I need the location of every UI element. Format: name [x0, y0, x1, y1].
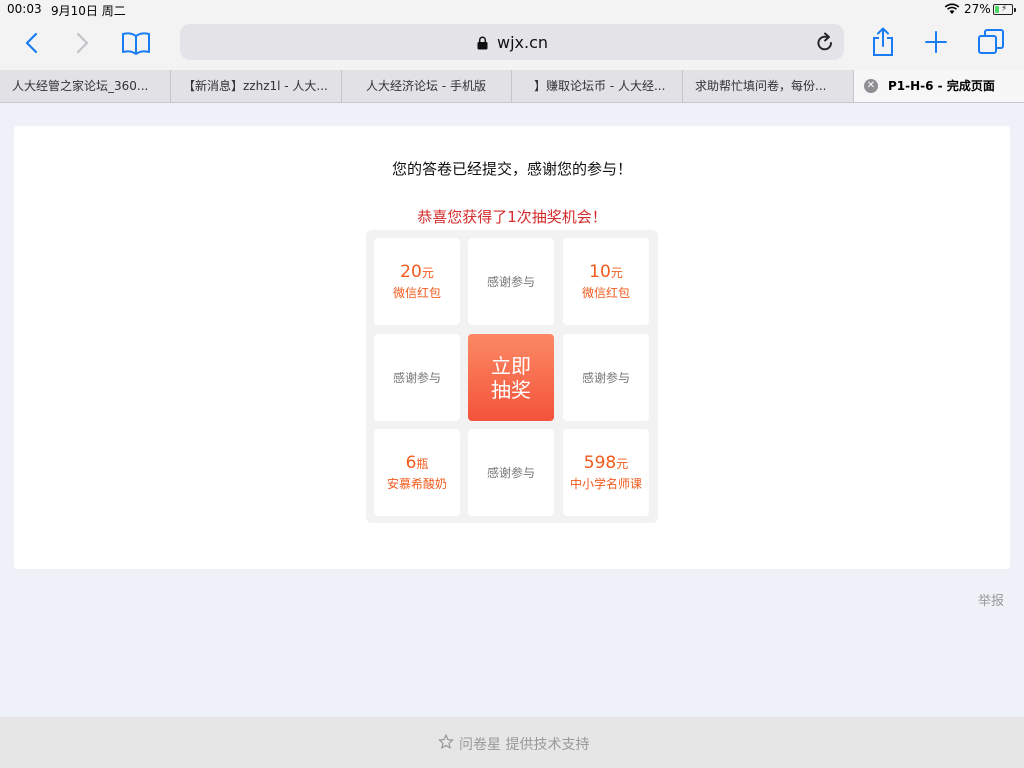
prize-amount: 6 — [405, 453, 417, 473]
prize-none: 感谢参与 — [581, 371, 630, 385]
prize-desc: 安慕希酸奶 — [386, 477, 447, 491]
status-bar: 00:03 9月10日 周二 27% ⚡ — [0, 0, 1024, 20]
status-time: 00:03 — [7, 2, 42, 16]
lock-icon — [477, 35, 488, 54]
report-link[interactable]: 举报 — [978, 590, 1004, 609]
prize-unit: 元 — [616, 457, 629, 471]
tab-label: 人大经济论坛 - 手机版 — [366, 79, 486, 93]
draw-button[interactable]: 立即 抽奖 — [468, 334, 554, 421]
chevron-left-icon[interactable] — [18, 28, 44, 58]
prize-desc: 微信红包 — [581, 286, 630, 300]
draw-button-line1: 立即 — [491, 353, 531, 378]
prize-cell: 感谢参与 — [468, 238, 554, 325]
status-date: 9月10日 周二 — [51, 4, 126, 18]
prize-none: 感谢参与 — [392, 371, 441, 385]
tab-label: 求助帮忙填问卷，每份... — [695, 79, 827, 93]
lottery-message: 恭喜您获得了1次抽奖机会！ — [417, 208, 607, 226]
prize-cell: 感谢参与 — [374, 334, 460, 421]
tab-label: 【新消息】zzhz1l - 人大... — [183, 79, 328, 93]
battery-icon: ⚡ — [993, 4, 1016, 15]
browser-tab[interactable]: 】赚取论坛币 - 人大经... — [512, 70, 683, 102]
browser-tab-active[interactable]: ✕ P1-H-6 - 完成页面 — [854, 70, 1024, 102]
reload-icon[interactable] — [816, 32, 834, 56]
plus-icon[interactable] — [922, 26, 950, 58]
prize-amount: 20 — [400, 262, 422, 282]
browser-tab[interactable]: 【新消息】zzhz1l - 人大... — [171, 70, 342, 102]
tab-label: P1-H-6 - 完成页面 — [888, 79, 995, 93]
prize-cell: 感谢参与 — [468, 429, 554, 516]
chevron-right-icon[interactable] — [70, 28, 96, 58]
footer-text: 问卷星 提供技术支持 — [459, 737, 590, 753]
prize-none: 感谢参与 — [486, 275, 535, 289]
prize-unit: 元 — [610, 266, 623, 280]
prize-desc: 微信红包 — [392, 286, 441, 300]
prize-cell: 598元 中小学名师课 — [563, 429, 649, 516]
prize-none: 感谢参与 — [486, 466, 535, 480]
prize-cell: 20元 微信红包 — [374, 238, 460, 325]
share-icon[interactable] — [869, 25, 897, 59]
prize-unit: 元 — [421, 266, 434, 280]
address-bar[interactable]: wjx.cn — [180, 24, 844, 60]
browser-tab[interactable]: 人大经管之家论坛_360... — [0, 70, 171, 102]
tab-label: 】赚取论坛币 - 人大经... — [534, 79, 666, 93]
tab-label: 人大经管之家论坛_360... — [12, 79, 149, 93]
close-icon[interactable]: ✕ — [864, 79, 878, 93]
prize-unit: 瓶 — [416, 457, 429, 471]
draw-button-line2: 抽奖 — [491, 377, 531, 402]
lottery-grid: 20元 微信红包 感谢参与 10元 微信红包 感谢参与 立即 抽奖 感谢参与 6… — [366, 230, 658, 523]
completion-card: 您的答卷已经提交，感谢您的参与！ 恭喜您获得了1次抽奖机会！ 20元 微信红包 … — [14, 126, 1010, 569]
battery-percent: 27% — [964, 2, 991, 16]
prize-cell: 10元 微信红包 — [563, 238, 649, 325]
prize-amount: 598 — [583, 453, 617, 473]
star-icon — [438, 734, 459, 754]
browser-tab[interactable]: 求助帮忙填问卷，每份... — [683, 70, 854, 102]
prize-cell: 6瓶 安慕希酸奶 — [374, 429, 460, 516]
url-text: wjx.cn — [497, 33, 549, 52]
footer: 问卷星 提供技术支持 — [0, 717, 1024, 768]
tabs-icon[interactable] — [976, 26, 1006, 58]
wifi-icon — [944, 3, 960, 18]
tab-strip: 人大经管之家论坛_360... 【新消息】zzhz1l - 人大... 人大经济… — [0, 70, 1024, 103]
prize-cell: 感谢参与 — [563, 334, 649, 421]
browser-toolbar: wjx.cn — [0, 20, 1024, 70]
prize-amount: 10 — [589, 262, 611, 282]
browser-tab[interactable]: 人大经济论坛 - 手机版 — [342, 70, 512, 102]
book-icon[interactable] — [120, 26, 152, 60]
prize-desc: 中小学名师课 — [569, 477, 642, 491]
thanks-message: 您的答卷已经提交，感谢您的参与！ — [391, 160, 632, 178]
